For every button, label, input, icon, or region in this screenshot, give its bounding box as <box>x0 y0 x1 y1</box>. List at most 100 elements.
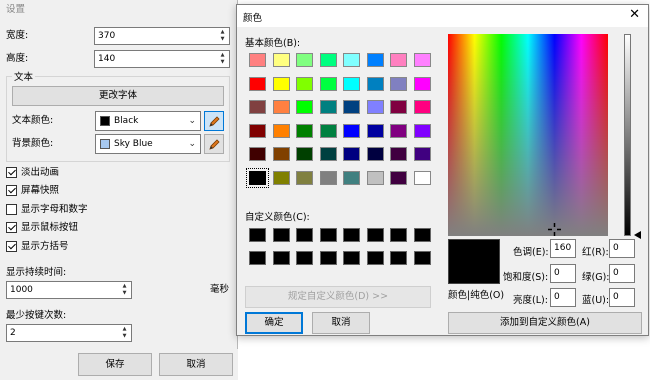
checkbox-row[interactable]: 淡出动画 <box>6 165 59 179</box>
basic-color-swatch[interactable] <box>296 100 313 114</box>
basic-color-swatch[interactable] <box>366 170 384 185</box>
spin-up-icon[interactable]: ▲ <box>217 29 228 36</box>
basic-color-swatch[interactable] <box>366 123 384 138</box>
basic-color-swatch[interactable] <box>319 100 337 114</box>
basic-color-swatch[interactable] <box>390 147 407 161</box>
basic-color-swatch[interactable] <box>319 147 337 161</box>
basic-color-swatch[interactable] <box>413 53 431 67</box>
custom-color-swatch[interactable] <box>390 228 407 242</box>
checkbox[interactable] <box>6 203 17 215</box>
basic-color-swatch[interactable] <box>343 100 360 114</box>
height-input[interactable]: 140 ▲ ▼ <box>94 50 230 68</box>
spin-up-icon[interactable]: ▲ <box>217 52 228 59</box>
text-color-pencil-button[interactable] <box>204 111 224 131</box>
basic-color-swatch[interactable] <box>246 167 269 188</box>
basic-color-swatch[interactable] <box>343 123 360 138</box>
basic-color-swatch[interactable] <box>390 123 407 138</box>
basic-color-swatch[interactable] <box>343 53 360 67</box>
custom-color-swatch[interactable] <box>390 251 407 265</box>
basic-color-swatch[interactable] <box>390 100 407 114</box>
define-custom-colors-button[interactable]: 规定自定义颜色(D) >> <box>245 286 431 308</box>
text-color-select[interactable]: Black ⌄ <box>95 111 201 131</box>
basic-color-swatch[interactable] <box>272 76 290 91</box>
checkbox[interactable] <box>6 221 17 233</box>
red-input[interactable]: 0 <box>609 239 635 258</box>
custom-color-swatch[interactable] <box>319 228 337 242</box>
basic-color-swatch[interactable] <box>249 76 266 91</box>
luminance-slider[interactable] <box>624 34 631 236</box>
blue-input[interactable]: 0 <box>609 288 635 307</box>
luminance-pointer-icon[interactable] <box>634 231 641 239</box>
basic-color-swatch[interactable] <box>319 170 337 185</box>
height-spinner[interactable]: ▲ ▼ <box>217 52 228 66</box>
basic-color-swatch[interactable] <box>319 53 337 67</box>
custom-color-swatch[interactable] <box>319 251 337 265</box>
basic-color-swatch[interactable] <box>272 123 290 138</box>
spin-down-icon[interactable]: ▼ <box>217 59 228 66</box>
luminance-input[interactable]: 0 <box>550 288 576 307</box>
checkbox-row[interactable]: 屏幕快照 <box>6 183 59 197</box>
custom-color-swatch[interactable] <box>296 228 313 242</box>
spin-down-icon[interactable]: ▼ <box>119 290 130 297</box>
min-keys-input[interactable]: 2 ▲ ▼ <box>6 324 132 342</box>
green-input[interactable]: 0 <box>609 264 635 283</box>
custom-color-swatch[interactable] <box>413 228 431 242</box>
min-keys-spinner[interactable]: ▲ ▼ <box>119 326 130 340</box>
basic-color-swatch[interactable] <box>272 53 290 67</box>
width-spinner[interactable]: ▲ ▼ <box>217 29 228 43</box>
basic-color-swatch[interactable] <box>249 147 266 161</box>
basic-color-swatch[interactable] <box>249 100 266 114</box>
basic-color-swatch[interactable] <box>272 100 290 114</box>
custom-color-swatch[interactable] <box>272 228 290 242</box>
custom-color-swatch[interactable] <box>249 251 266 265</box>
spin-down-icon[interactable]: ▼ <box>119 333 130 340</box>
basic-color-swatch[interactable] <box>390 53 407 67</box>
basic-color-swatch[interactable] <box>296 170 313 185</box>
basic-color-swatch[interactable] <box>413 100 431 114</box>
dialog-cancel-button[interactable]: 取消 <box>312 312 370 334</box>
basic-color-swatch[interactable] <box>413 170 431 185</box>
basic-color-swatch[interactable] <box>296 53 313 67</box>
basic-color-swatch[interactable] <box>296 123 313 138</box>
spin-up-icon[interactable]: ▲ <box>119 283 130 290</box>
bg-color-select[interactable]: Sky Blue ⌄ <box>95 134 201 154</box>
width-input[interactable]: 370 ▲ ▼ <box>94 27 230 45</box>
basic-color-swatch[interactable] <box>366 100 384 114</box>
settings-cancel-button[interactable]: 取消 <box>159 353 233 376</box>
spin-down-icon[interactable]: ▼ <box>217 36 228 43</box>
basic-color-swatch[interactable] <box>343 147 360 161</box>
close-icon[interactable]: ✕ <box>629 8 640 22</box>
basic-color-swatch[interactable] <box>272 147 290 161</box>
saturation-input[interactable]: 0 <box>550 264 576 283</box>
custom-color-swatch[interactable] <box>343 251 360 265</box>
basic-color-swatch[interactable] <box>366 76 384 91</box>
checkbox[interactable] <box>6 184 17 196</box>
basic-color-swatch[interactable] <box>296 147 313 161</box>
basic-color-swatch[interactable] <box>249 53 266 67</box>
basic-color-swatch[interactable] <box>413 147 431 161</box>
custom-color-swatch[interactable] <box>413 251 431 265</box>
custom-color-swatch[interactable] <box>366 228 384 242</box>
checkbox[interactable] <box>6 166 17 178</box>
basic-color-swatch[interactable] <box>413 123 431 138</box>
hue-saturation-spectrum[interactable] <box>448 34 608 236</box>
ok-button[interactable]: 确定 <box>245 312 303 334</box>
custom-color-swatch[interactable] <box>296 251 313 265</box>
checkbox-row[interactable]: 显示鼠标按钮 <box>6 220 78 234</box>
spin-up-icon[interactable]: ▲ <box>119 326 130 333</box>
basic-color-swatch[interactable] <box>343 76 360 91</box>
basic-color-swatch[interactable] <box>413 76 431 91</box>
custom-color-swatch[interactable] <box>366 251 384 265</box>
basic-color-swatch[interactable] <box>390 170 407 185</box>
basic-color-swatch[interactable] <box>319 76 337 91</box>
save-button[interactable]: 保存 <box>78 353 152 376</box>
basic-color-swatch[interactable] <box>296 76 313 91</box>
hue-input[interactable]: 160 <box>550 239 576 258</box>
bg-color-pencil-button[interactable] <box>204 134 224 154</box>
basic-color-swatch[interactable] <box>272 170 290 185</box>
add-to-custom-colors-button[interactable]: 添加到自定义颜色(A) <box>448 312 642 334</box>
basic-color-swatch[interactable] <box>343 170 360 185</box>
custom-color-swatch[interactable] <box>249 228 266 242</box>
custom-color-swatch[interactable] <box>343 228 360 242</box>
custom-color-swatch[interactable] <box>272 251 290 265</box>
